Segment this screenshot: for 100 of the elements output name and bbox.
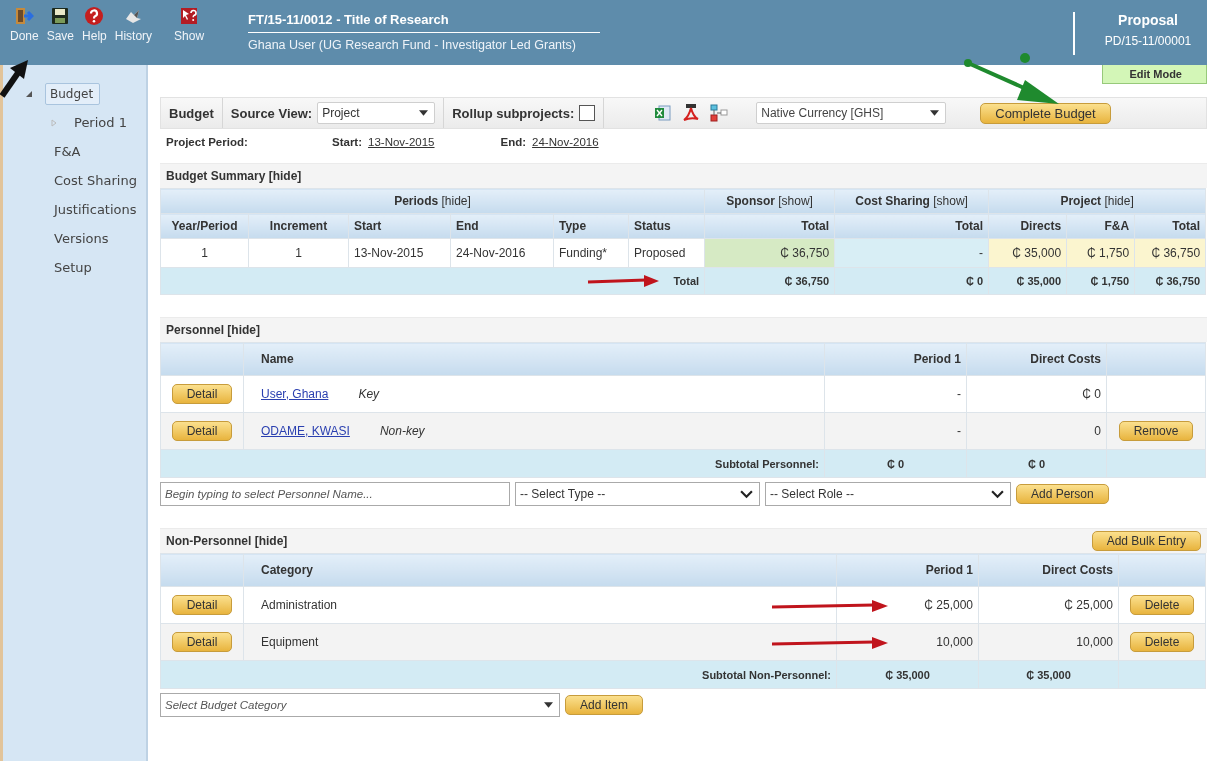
table-cell: ₵ 1,750 bbox=[1066, 238, 1135, 268]
table-cell: ₵ 35,000 bbox=[988, 238, 1067, 268]
table-cell: ₵ 36,750 bbox=[704, 238, 835, 268]
delete-button[interactable]: Delete bbox=[1129, 632, 1195, 652]
role-select[interactable]: -- Select Role -- bbox=[765, 482, 1011, 506]
annotation-dot bbox=[1020, 53, 1030, 63]
table-cell: ₵ 1,750 bbox=[1066, 267, 1135, 295]
chevron-down-icon bbox=[740, 489, 753, 499]
role-label: Key bbox=[358, 387, 380, 401]
table-cell: ₵ 35,000 bbox=[988, 267, 1067, 295]
pointer-icon bbox=[179, 6, 200, 26]
section-title: Non-Personnel [hide] bbox=[166, 533, 288, 550]
type-select[interactable]: -- Select Type -- bbox=[515, 482, 760, 506]
table-cell: ₵ 0 bbox=[834, 267, 989, 295]
save-icon bbox=[50, 6, 71, 26]
caret-icon bbox=[419, 110, 429, 116]
column-header: Total bbox=[834, 213, 989, 239]
table-cell: ₵ 35,000 bbox=[836, 660, 979, 689]
annotation-arrow bbox=[0, 58, 30, 98]
add-bulk-entry-button[interactable]: Add Bulk Entry bbox=[1091, 531, 1201, 551]
sidebar-item[interactable]: F&A bbox=[50, 141, 85, 162]
start-date-link[interactable]: 13-Nov-2015 bbox=[368, 136, 435, 148]
detail-button[interactable]: Detail bbox=[171, 421, 233, 441]
column-header: Directs bbox=[988, 213, 1067, 239]
person-link[interactable]: ODAME, KWASI bbox=[261, 424, 350, 438]
sidebar-item[interactable]: Setup bbox=[50, 257, 96, 278]
document-export-icon[interactable] bbox=[682, 104, 701, 122]
person-link[interactable]: User, Ghana bbox=[261, 387, 329, 401]
source-view-select[interactable]: Project bbox=[317, 102, 436, 124]
remove-button[interactable]: Remove bbox=[1118, 421, 1194, 441]
add-item-button[interactable]: Add Item bbox=[565, 695, 644, 715]
table-cell: 13-Nov-2015 bbox=[348, 238, 451, 268]
personnel-name-field[interactable]: Begin typing to select Personnel Name... bbox=[160, 482, 510, 506]
detail-button[interactable]: Detail bbox=[171, 632, 233, 652]
section-label: Budget bbox=[161, 98, 223, 128]
record-subtitle: Ghana User (UG Research Fund - Investigator Led Grants) bbox=[248, 38, 577, 52]
table-cell: 24-Nov-2016 bbox=[450, 238, 554, 268]
door-icon bbox=[14, 6, 35, 26]
table-cell: 1 bbox=[160, 238, 249, 268]
record-id: PD/15-11/00001 bbox=[1103, 34, 1193, 48]
table-cell: ₵ 36,750 bbox=[1134, 238, 1206, 268]
column-header: Year/Period bbox=[160, 213, 249, 239]
total-label: Total bbox=[673, 275, 700, 287]
section-title: Budget Summary [hide] bbox=[160, 163, 1207, 188]
detail-button[interactable]: Detail bbox=[171, 595, 233, 615]
delete-button[interactable]: Delete bbox=[1129, 595, 1195, 615]
help-icon bbox=[84, 6, 105, 26]
sidebar-item[interactable]: Justifications bbox=[50, 199, 141, 220]
chevron-down-icon bbox=[991, 489, 1004, 499]
field-label: Start: bbox=[332, 136, 363, 148]
table-cell: ₵ 0 bbox=[824, 449, 967, 478]
checkbox[interactable] bbox=[579, 105, 596, 121]
record-title: FT/15-11/0012 - Title of Research bbox=[248, 12, 600, 33]
field-label: Rollup subprojects: bbox=[452, 105, 575, 121]
column-header: Direct Costs bbox=[978, 553, 1119, 587]
sidebar-item[interactable]: Versions bbox=[50, 228, 113, 249]
table-cell: - bbox=[824, 375, 967, 413]
field-label: Source View: bbox=[230, 105, 313, 121]
complete-budget-button[interactable]: Complete Budget bbox=[980, 102, 1111, 124]
subtotal-label: Subtotal Personnel: bbox=[160, 449, 825, 478]
sidebar-item[interactable]: Period 1 bbox=[70, 112, 131, 133]
column-header: Start bbox=[348, 213, 451, 239]
caret-icon bbox=[930, 110, 940, 116]
column-group-header[interactable]: Cost Sharing [show] bbox=[834, 188, 989, 214]
budget-category-select[interactable]: Select Budget Category bbox=[160, 693, 560, 717]
expand-triangle-icon[interactable] bbox=[25, 89, 33, 98]
column-group-header[interactable]: Project [hide] bbox=[988, 188, 1206, 214]
column-header: Name bbox=[243, 342, 825, 376]
add-person-button[interactable]: Add Person bbox=[1016, 484, 1109, 504]
table-cell: 10,000 bbox=[978, 623, 1119, 661]
spreadsheet-icon[interactable] bbox=[654, 104, 673, 122]
table-cell: Equipment bbox=[261, 635, 319, 649]
end-date-link[interactable]: 24-Nov-2016 bbox=[532, 136, 599, 148]
table-cell: Funding* bbox=[553, 238, 629, 268]
column-header: Category bbox=[243, 553, 837, 587]
sidebar-item[interactable]: Cost Sharing bbox=[50, 170, 141, 191]
column-group-header[interactable]: Periods [hide] bbox=[160, 188, 705, 214]
table-cell: - bbox=[824, 412, 967, 450]
table-cell: ₵ 0 bbox=[966, 375, 1107, 413]
table-cell: ₵ 25,000 bbox=[978, 586, 1119, 624]
hierarchy-icon[interactable] bbox=[710, 104, 729, 122]
currency-select[interactable]: Native Currency [GHS] bbox=[756, 102, 947, 124]
table-cell: - bbox=[834, 238, 989, 268]
caret-icon bbox=[544, 702, 553, 708]
column-header: Period 1 bbox=[824, 342, 967, 376]
detail-button[interactable]: Detail bbox=[171, 384, 233, 404]
subtotal-label: Subtotal Non-Personnel: bbox=[160, 660, 837, 689]
table-cell: ₵ 0 bbox=[966, 449, 1107, 478]
column-header: Period 1 bbox=[836, 553, 979, 587]
column-header: Increment bbox=[248, 213, 349, 239]
table-cell: Proposed bbox=[628, 238, 705, 268]
sidebar-item[interactable]: Budget bbox=[45, 82, 101, 105]
field-label: End: bbox=[500, 136, 527, 148]
section-title: Personnel [hide] bbox=[160, 317, 1207, 342]
table-cell: ₵ 36,750 bbox=[1134, 267, 1206, 295]
table-cell: ₵ 35,000 bbox=[978, 660, 1119, 689]
role-label: Non-key bbox=[379, 424, 425, 438]
column-group-header[interactable]: Sponsor [show] bbox=[704, 188, 835, 214]
table-cell: ₵ 36,750 bbox=[704, 267, 835, 295]
mode-badge: Edit Mode bbox=[1102, 65, 1207, 84]
